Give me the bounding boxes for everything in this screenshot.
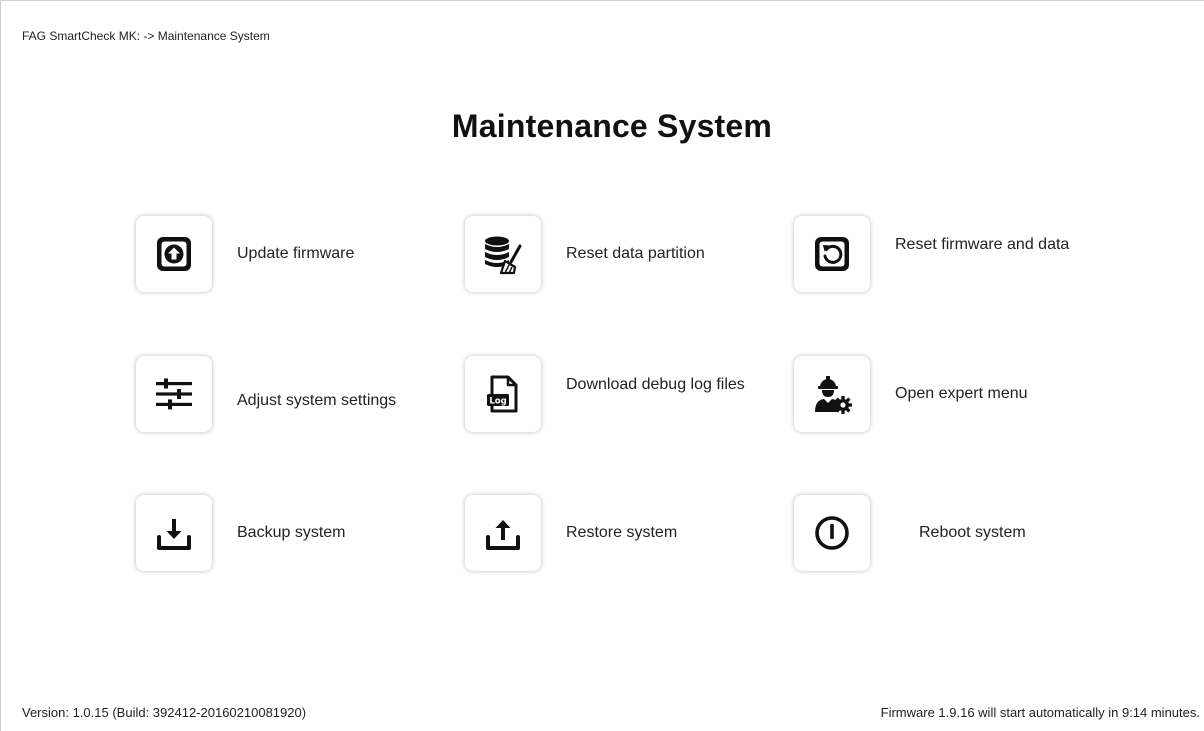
- sliders-icon: [153, 374, 195, 414]
- reset-firmware-and-data-button[interactable]: [794, 216, 870, 292]
- upload-circle-icon: [154, 234, 194, 274]
- svg-text:Log: Log: [489, 397, 506, 407]
- version-info: Version: 1.0.15 (Build: 392412-201602100…: [22, 705, 307, 720]
- backup-system-label: Backup system: [237, 524, 346, 541]
- update-firmware-tile[interactable]: Update firmware: [136, 215, 426, 293]
- reset-data-partition-button[interactable]: [465, 216, 541, 292]
- reset-firmware-and-data-label: Reset firmware and data: [895, 236, 1070, 253]
- expert-worker-gear-icon: [810, 372, 854, 416]
- download-debug-log-tile[interactable]: Log Download debug log files: [465, 355, 755, 433]
- reset-arrow-icon: [812, 234, 852, 274]
- page-title: Maintenance System: [451, 108, 773, 144]
- adjust-system-settings-label: Adjust system settings: [237, 392, 397, 409]
- firmware-start-status: Firmware 1.9.16 will start automatically…: [880, 705, 1200, 720]
- download-debug-log-label: Download debug log files: [566, 376, 745, 393]
- open-expert-menu-tile[interactable]: Open expert menu: [794, 355, 1084, 433]
- reboot-system-tile[interactable]: Reboot system: [794, 494, 1084, 572]
- adjust-system-settings-tile[interactable]: Adjust system settings: [136, 355, 426, 433]
- reboot-system-label: Reboot system: [919, 524, 1026, 541]
- restore-system-label: Restore system: [566, 524, 678, 541]
- breadcrumb: FAG SmartCheck MK: -> Maintenance System: [22, 29, 270, 43]
- open-expert-menu-label: Open expert menu: [895, 385, 1028, 402]
- window-top-border: [0, 0, 1204, 1]
- reset-firmware-and-data-tile[interactable]: Reset firmware and data: [794, 215, 1084, 293]
- app-window: FAG SmartCheck MK: -> Maintenance System…: [0, 0, 1204, 731]
- backup-system-tile[interactable]: Backup system: [136, 494, 426, 572]
- restore-system-tile[interactable]: Restore system: [465, 494, 755, 572]
- download-debug-log-button[interactable]: Log: [465, 356, 541, 432]
- download-tray-icon: [154, 513, 194, 553]
- reboot-system-button[interactable]: [794, 495, 870, 571]
- upload-tray-icon: [483, 513, 523, 553]
- log-file-icon: Log: [483, 372, 523, 416]
- power-icon: [812, 513, 852, 553]
- database-broom-icon: [481, 232, 525, 276]
- backup-system-button[interactable]: [136, 495, 212, 571]
- restore-system-button[interactable]: [465, 495, 541, 571]
- update-firmware-button[interactable]: [136, 216, 212, 292]
- reset-data-partition-tile[interactable]: Reset data partition: [465, 215, 755, 293]
- open-expert-menu-button[interactable]: [794, 356, 870, 432]
- adjust-system-settings-button[interactable]: [136, 356, 212, 432]
- update-firmware-label: Update firmware: [237, 245, 355, 262]
- reset-data-partition-label: Reset data partition: [566, 245, 705, 262]
